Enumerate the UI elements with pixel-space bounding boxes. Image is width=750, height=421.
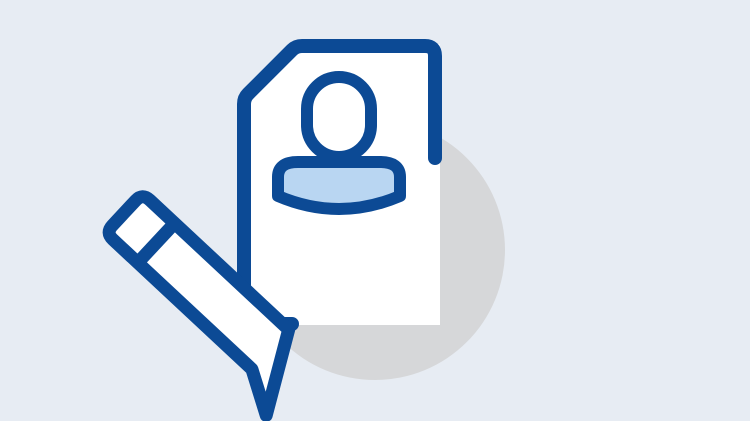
profile-document-edit-icon — [102, 39, 505, 421]
illustration-canvas — [0, 0, 750, 421]
